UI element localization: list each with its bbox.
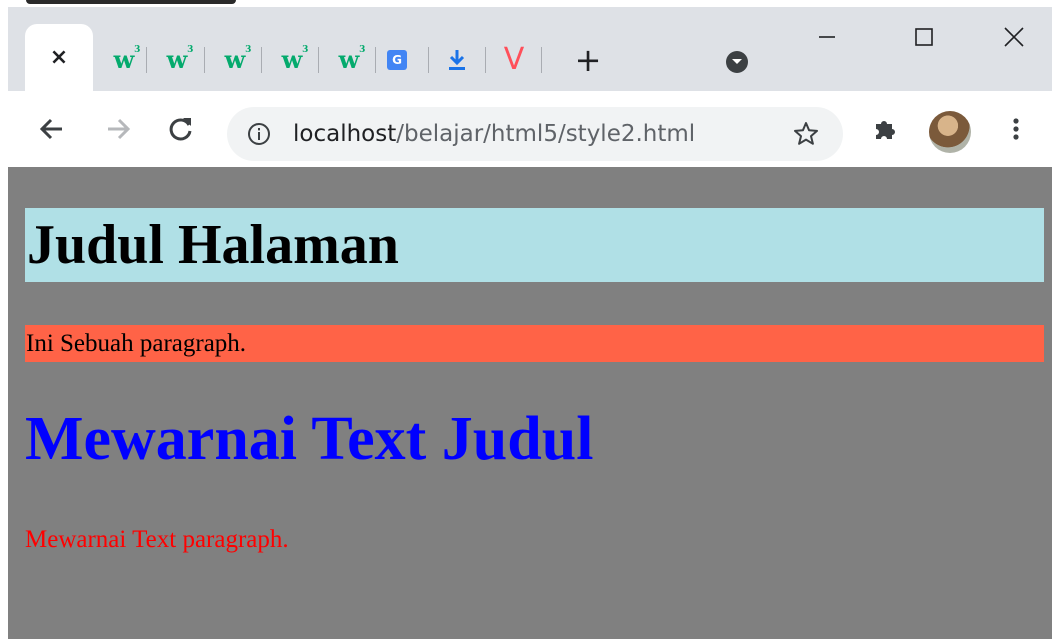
url-path: /belajar/html5/style2.html	[396, 121, 696, 147]
back-arrow-icon	[39, 118, 62, 140]
download-icon	[449, 50, 465, 70]
tab-w3schools-4[interactable]: w3	[268, 43, 316, 77]
tab-download[interactable]	[433, 43, 481, 77]
maximize-icon	[915, 28, 933, 46]
url-text[interactable]: localhost/belajar/html5/style2.html	[293, 107, 695, 161]
background-window-edge	[26, 0, 236, 4]
tab-vivaldi[interactable]: V	[490, 43, 538, 77]
back-button[interactable]	[34, 111, 70, 147]
menu-button[interactable]	[998, 111, 1034, 147]
browser-window: × w3 w3 w3 w3 w3 G V + localhost/belajar…	[0, 7, 1052, 639]
tab-separator	[541, 47, 542, 73]
puzzle-icon	[876, 121, 895, 139]
chevron-down-icon	[732, 59, 742, 64]
tab-separator	[204, 47, 205, 73]
new-tab-button[interactable]: +	[571, 43, 605, 77]
forward-arrow-icon	[108, 118, 131, 140]
w3schools-icon: w3	[224, 45, 252, 74]
tab-separator	[485, 47, 486, 73]
address-bar[interactable]: localhost/belajar/html5/style2.html	[227, 107, 843, 161]
minimize-icon	[819, 36, 835, 38]
tab-search-button[interactable]	[726, 51, 748, 73]
colored-heading: Mewarnai Text Judul	[25, 405, 594, 473]
google-translate-icon: G	[387, 50, 407, 70]
kebab-menu-icon	[1013, 118, 1019, 140]
url-host: localhost	[293, 121, 397, 147]
close-window-button[interactable]	[991, 21, 1037, 53]
browser-toolbar: localhost/belajar/html5/style2.html	[8, 91, 1052, 167]
tab-w3schools-2[interactable]: w3	[153, 43, 201, 77]
tab-google-translate[interactable]: G	[373, 43, 421, 77]
maximize-button[interactable]	[901, 21, 947, 53]
avatar[interactable]	[929, 111, 971, 153]
minimize-button[interactable]	[804, 21, 850, 53]
close-icon	[1004, 27, 1024, 47]
window-left-edge	[0, 7, 8, 639]
reload-icon	[169, 118, 192, 141]
close-tab-icon[interactable]: ×	[50, 47, 68, 69]
w3schools-icon: w3	[113, 45, 141, 74]
w3schools-icon: w3	[281, 45, 309, 74]
tab-separator	[146, 47, 147, 73]
w3schools-icon: w3	[338, 45, 366, 74]
window-top-strip	[0, 0, 1052, 7]
tab-w3schools-1[interactable]: w3	[100, 43, 148, 77]
extensions-button[interactable]	[867, 111, 903, 147]
page-heading: Judul Halaman	[25, 208, 1044, 282]
tab-active[interactable]: ×	[25, 24, 93, 92]
colored-paragraph: Mewarnai Text paragraph.	[25, 526, 289, 553]
star-icon[interactable]	[792, 120, 820, 148]
tab-w3schools-5[interactable]: w3	[325, 43, 373, 77]
page-viewport: Judul Halaman Ini Sebuah paragraph. Mewa…	[8, 167, 1052, 639]
reload-button[interactable]	[163, 111, 199, 147]
tab-strip: × w3 w3 w3 w3 w3 G V +	[8, 7, 1052, 92]
vivaldi-icon: V	[503, 42, 525, 77]
page-paragraph: Ini Sebuah paragraph.	[25, 325, 1044, 362]
tab-separator	[428, 47, 429, 73]
forward-button[interactable]	[100, 111, 136, 147]
w3schools-icon: w3	[166, 45, 194, 74]
tab-separator	[318, 47, 319, 73]
tab-w3schools-3[interactable]: w3	[211, 43, 259, 77]
info-icon[interactable]	[247, 122, 271, 146]
tab-separator	[261, 47, 262, 73]
